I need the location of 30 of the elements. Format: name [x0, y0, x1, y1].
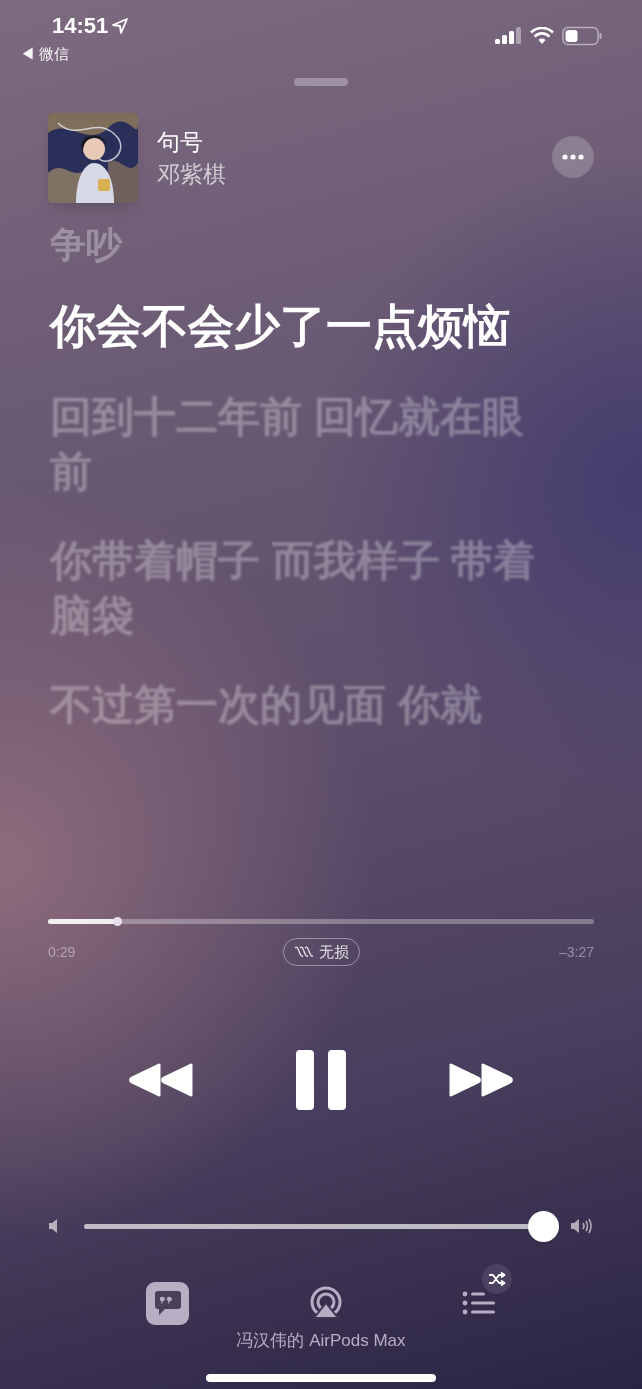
back-to-app-link[interactable]: ◀ 微信 — [20, 44, 129, 64]
airplay-device-label: 冯汉伟的 AirPods Max — [236, 1330, 406, 1352]
lyric-line[interactable]: 你会不会少了一点烦恼 — [50, 297, 562, 355]
status-time: 14:51 — [52, 12, 109, 40]
progress-thumb[interactable] — [112, 917, 122, 926]
battery-icon — [562, 26, 602, 46]
song-title: 句号 — [157, 128, 204, 157]
shuffle-badge[interactable] — [482, 1264, 512, 1294]
list-icon — [462, 1291, 496, 1315]
volume-high-icon — [570, 1218, 594, 1234]
location-arrow-icon — [112, 18, 129, 34]
pause-icon — [296, 1050, 346, 1110]
airplay-icon — [308, 1286, 343, 1320]
airplay-button[interactable] — [308, 1286, 343, 1320]
more-button[interactable] — [552, 136, 594, 178]
lyrics-button[interactable] — [146, 1281, 189, 1325]
waveform-icon — [293, 945, 314, 959]
pause-button[interactable] — [295, 1050, 347, 1110]
more-icon — [562, 154, 584, 160]
fast-forward-icon — [449, 1063, 513, 1097]
artist-name[interactable]: 邓紫棋 — [157, 158, 552, 190]
quote-bubble-icon — [153, 1290, 182, 1316]
shuffle-icon — [488, 1272, 506, 1286]
remaining-time: –3:27 — [557, 942, 594, 962]
signal-icon — [494, 26, 522, 46]
rewind-icon — [129, 1063, 193, 1097]
elapsed-time: 0:29 — [48, 942, 77, 962]
volume-low-icon — [48, 1219, 58, 1233]
wifi-icon — [530, 27, 554, 45]
progress-track[interactable] — [48, 919, 594, 924]
